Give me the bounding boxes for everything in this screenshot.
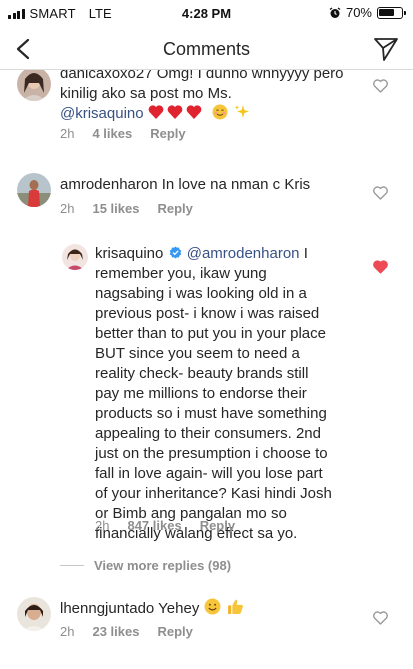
red-hearts-emoji [148, 104, 206, 126]
comment-line: products so i must have something [95, 405, 327, 422]
comment-line: nagsabing i was looking old in a [95, 285, 307, 302]
alarm-icon [329, 6, 341, 18]
comment-meta: 2h 15 likes Reply [60, 201, 193, 216]
verified-badge-icon [169, 246, 181, 259]
heart-icon[interactable] [373, 260, 388, 274]
comment-time: 2h [60, 624, 75, 639]
comment-line: previous post- i know i was raised [95, 305, 320, 322]
heart-icon[interactable] [373, 611, 388, 625]
comment-line: reality check- beauty brands still [95, 365, 309, 382]
comment-mention[interactable]: @amrodenharon [187, 245, 300, 262]
comment-likes[interactable]: 15 likes [92, 201, 139, 216]
sparkles-emoji [234, 104, 250, 126]
comment-body: In love na nman c Kris [161, 176, 311, 193]
comment-meta: 2h 847 likes Reply [95, 518, 235, 533]
comments-header: Comments [0, 28, 413, 70]
comment-text: amrodenharon In love na nman c Kris [60, 175, 360, 195]
comment-likes[interactable]: 23 likes [92, 624, 139, 639]
avatar[interactable] [17, 67, 51, 101]
comment-body-tail: I [303, 245, 308, 262]
comment-line: remember you, ikaw yung [95, 265, 267, 282]
comment-username[interactable]: amrodenharon [60, 176, 158, 193]
send-icon[interactable] [373, 36, 399, 62]
comment-username[interactable]: lhenngjuntado [60, 600, 154, 617]
heart-icon[interactable] [373, 186, 388, 200]
comment-meta: 2h 23 likes Reply [60, 624, 193, 639]
page-title: Comments [162, 39, 251, 59]
avatar[interactable] [17, 597, 51, 631]
reply-button[interactable]: Reply [157, 201, 192, 216]
view-more-label[interactable]: View more replies (98) [94, 558, 231, 573]
comment-likes[interactable]: 847 likes [127, 518, 181, 533]
smiling-emoji [212, 104, 228, 126]
divider [60, 565, 84, 566]
smiling-emoji [204, 598, 221, 621]
comment-time: 2h [60, 201, 75, 216]
comment-meta: 2h 4 likes Reply [60, 126, 186, 141]
reply-button[interactable]: Reply [200, 518, 235, 533]
thumbs-up-emoji [227, 598, 244, 621]
comment-likes[interactable]: 4 likes [92, 126, 132, 141]
comment-text: krisaquino @amrodenharon I remember you,… [95, 244, 385, 544]
comment-line: of your inheritance? Kasi hindi Josh [95, 485, 332, 502]
comment-line: pay me millions to endorse their [95, 385, 307, 402]
comment-time: 2h [95, 518, 110, 533]
avatar[interactable] [17, 173, 51, 207]
comment-line: BUT since you seem to need a [95, 345, 300, 362]
heart-icon[interactable] [373, 79, 388, 93]
comment-line: fall in love again- will you lose part [95, 465, 323, 482]
comment-line: appealing to their consumers. 2nd [95, 425, 321, 442]
comment-text: lhenngjuntado Yehey [60, 598, 360, 621]
battery-percent: 70% [345, 5, 372, 20]
battery-icon [377, 6, 406, 19]
reply-button[interactable]: Reply [150, 126, 185, 141]
reply-button[interactable]: Reply [157, 624, 192, 639]
comment-body: Yehey [158, 600, 200, 617]
comment-mention[interactable]: @krisaquino [60, 105, 144, 122]
avatar[interactable] [62, 244, 88, 270]
comment-line: better than to put you in your place [95, 325, 326, 342]
comment-text: danicaxoxo27 Omg! I dunno whhyyyy pero k… [60, 64, 360, 126]
view-more-replies[interactable]: View more replies (98) [60, 558, 231, 573]
status-bar: SMART LTE 4:28 PM 70% [0, 0, 413, 26]
comment-line: just on the presumption i choose to [95, 445, 328, 462]
comment-time: 2h [60, 126, 75, 141]
comment-username[interactable]: krisaquino [95, 245, 163, 262]
